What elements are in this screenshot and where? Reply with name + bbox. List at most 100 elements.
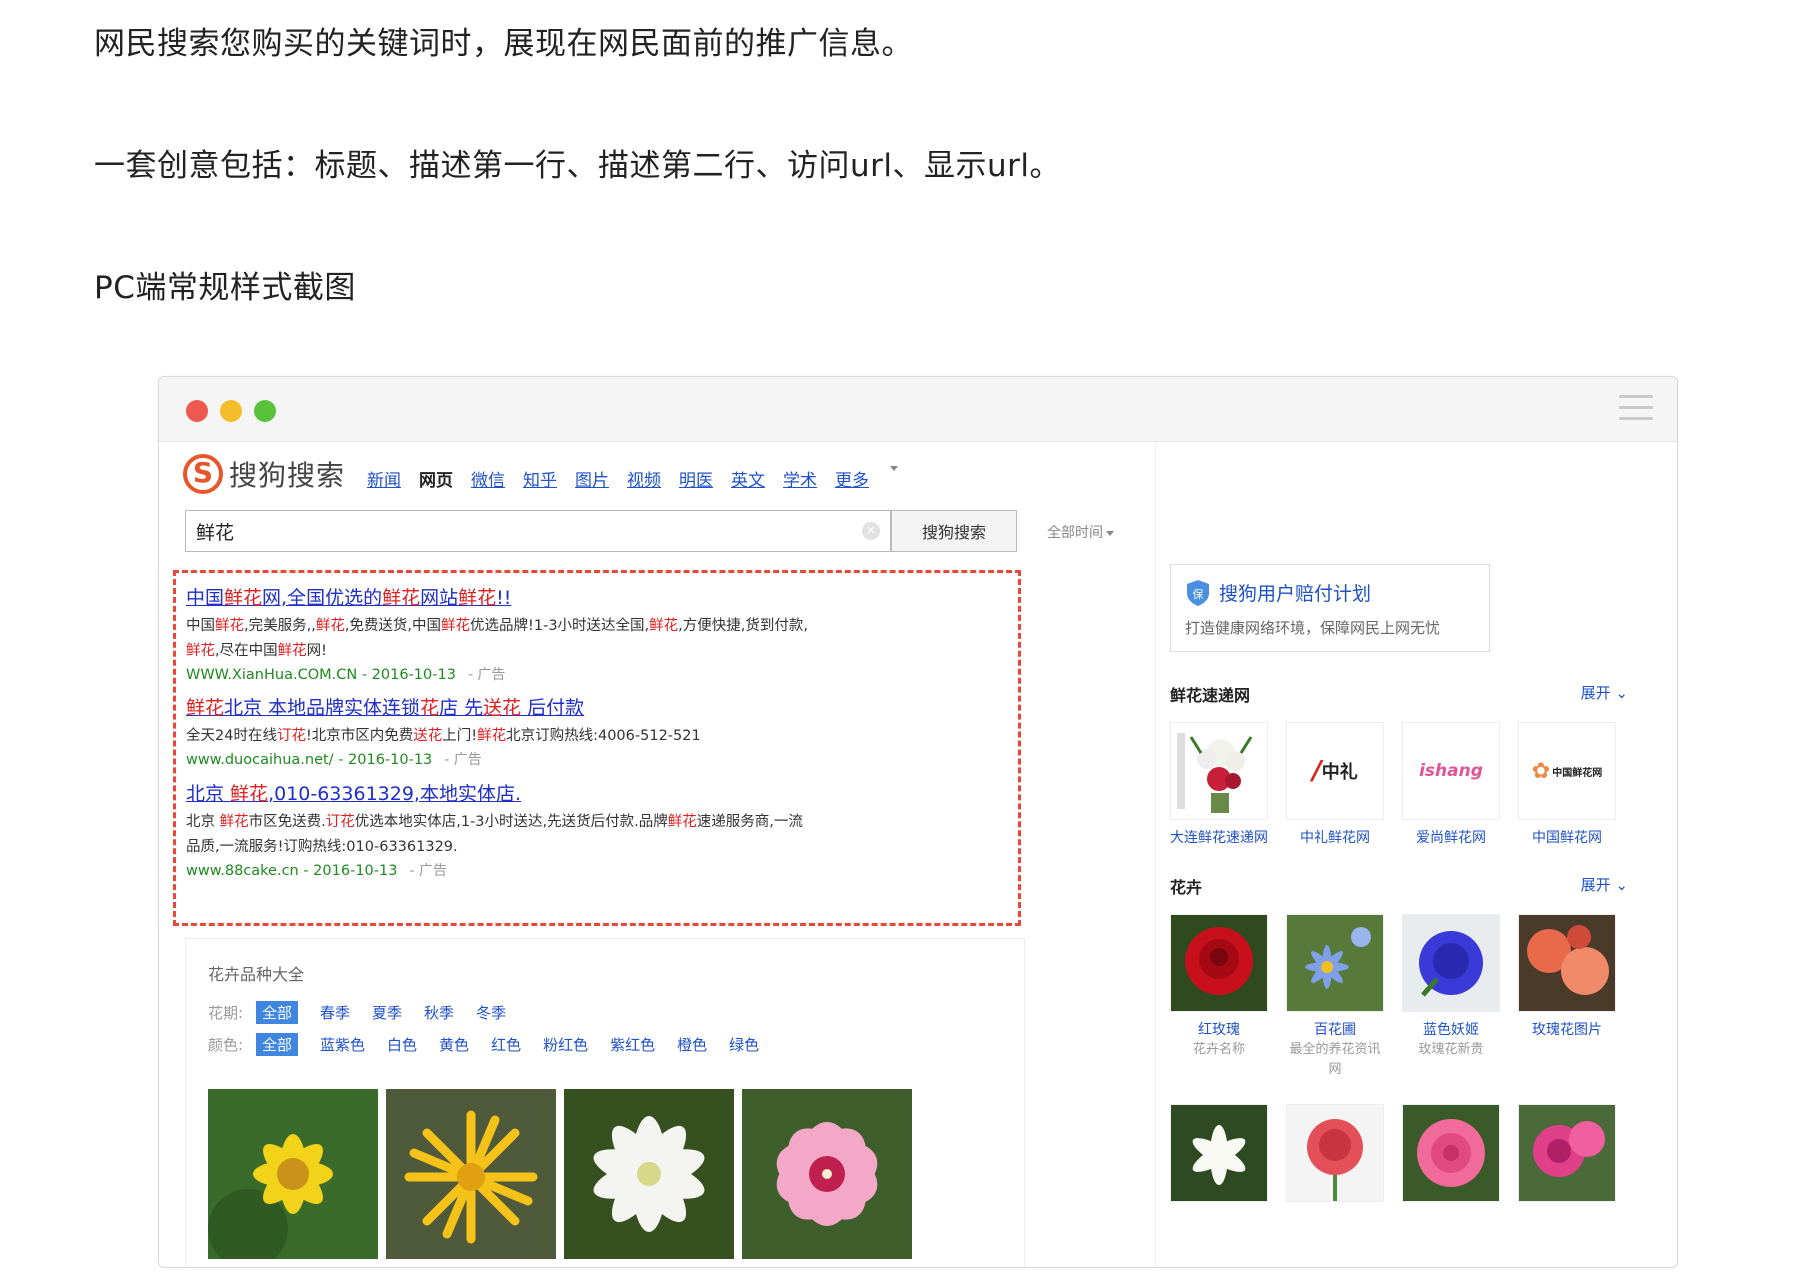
season-filter-row: 花期: 全部 春季 夏季 秋季 冬季: [208, 1001, 528, 1024]
intro-paragraph: 网民搜索您购买的关键词时，展现在网民面前的推广信息。: [94, 26, 913, 62]
logo-wordmark: ishang: [1419, 761, 1483, 781]
keyword-highlight: 鲜花: [230, 783, 269, 805]
ad-label: - 广告: [444, 752, 482, 768]
keyword-highlight: 送花: [413, 728, 443, 744]
filter-chip[interactable]: 全部: [256, 1033, 299, 1056]
flower-icon: ✿: [1531, 758, 1551, 784]
text-segment: 上门!: [442, 728, 478, 744]
text-segment: 中国: [186, 587, 225, 609]
search-query: 鲜花: [196, 521, 235, 544]
expand-link[interactable]: 展开 ⌄: [1581, 874, 1628, 895]
filter-chip[interactable]: 黄色: [439, 1034, 469, 1055]
screenshot-caption: PC端常规样式截图: [94, 270, 356, 306]
text-segment: 优选品牌!1-3小时送达全国,: [470, 618, 650, 634]
flower-tile[interactable]: [1170, 1104, 1268, 1202]
logo-wordmark: 中礼: [1321, 762, 1358, 783]
right-sidebar: 保 搜狗用户赔付计划 打造健康网络环境，保障网民上网无忧 鲜花速递网 展开 ⌄: [1155, 442, 1656, 1267]
nav-tab[interactable]: 视频: [627, 466, 661, 491]
sogou-s-icon: S: [183, 454, 223, 494]
nav-tab[interactable]: 微信: [471, 466, 505, 491]
flower-tile[interactable]: 百花圃 最全的养花资讯网: [1286, 914, 1384, 1080]
expand-link[interactable]: 展开 ⌄: [1581, 682, 1628, 703]
filter-chip[interactable]: 全部: [256, 1001, 299, 1024]
ad-display-url[interactable]: www.duocaihua.net/ - 2016-10-13 - 广告: [186, 749, 701, 769]
maximize-window-dot[interactable]: [254, 400, 276, 422]
filter-chip[interactable]: 绿色: [729, 1034, 759, 1055]
flower-tile[interactable]: [1402, 1104, 1500, 1202]
site-tile[interactable]: 大连鲜花速递网: [1170, 722, 1268, 848]
blue-rose-image: [1402, 914, 1500, 1012]
promo-card[interactable]: 保 搜狗用户赔付计划 打造健康网络环境，保障网民上网无忧: [1170, 564, 1490, 652]
ad-display-url[interactable]: www.88cake.cn - 2016-10-13 - 广告: [186, 860, 803, 880]
filter-chip[interactable]: 红色: [491, 1034, 521, 1055]
flower-tile[interactable]: [1286, 1104, 1384, 1202]
nav-tab[interactable]: 知乎: [523, 466, 557, 491]
ad-description-line1: 全天24时在线订花!北京市区内免费送花上门!鲜花北京订购热线:4006-512-…: [186, 724, 701, 749]
filter-chip[interactable]: 白色: [387, 1034, 417, 1055]
filter-chip[interactable]: 春季: [320, 1002, 350, 1023]
nav-tab[interactable]: 英文: [731, 466, 765, 491]
pink-peony-image: [1402, 1104, 1500, 1202]
flower-tile[interactable]: 红玫瑰 花卉名称: [1170, 914, 1268, 1060]
ad-result: 中国鲜花网,全国优选的鲜花网站鲜花!! 中国鲜花,完美服务,,鲜花,免费送货,中国…: [186, 583, 808, 684]
site-tile[interactable]: ✿ 中国鲜花网 中国鲜花网: [1518, 722, 1616, 848]
ad-title-link[interactable]: 中国鲜花网,全国优选的鲜花网站鲜花!!: [186, 583, 808, 610]
filter-chip[interactable]: 夏季: [372, 1002, 402, 1023]
nav-tab[interactable]: 明医: [679, 466, 713, 491]
text-segment: 网,全国优选的: [262, 587, 383, 609]
minimize-window-dot[interactable]: [220, 400, 242, 422]
ad-title-link[interactable]: 北京 鲜花,010-63361329,本地实体店.: [186, 779, 803, 806]
site-tile[interactable]: ishang 爱尚鲜花网: [1402, 722, 1500, 848]
text-segment: ,方便快捷,货到付款,: [678, 618, 808, 634]
nav-tab[interactable]: 学术: [783, 466, 817, 491]
ad-display-url[interactable]: WWW.XianHua.COM.CN - 2016-10-13 - 广告: [186, 664, 808, 684]
season-label: 花期:: [208, 1004, 244, 1022]
keyword-highlight: 鲜花: [649, 618, 679, 634]
url-text: www.duocaihua.net/ - 2016-10-13: [186, 752, 433, 768]
text-segment: ,010-63361329,本地实体店.: [268, 783, 522, 805]
promo-subtitle: 打造健康网络环境，保障网民上网无忧: [1185, 619, 1441, 637]
site-tile[interactable]: ∕ 中礼 中礼鲜花网: [1286, 722, 1384, 848]
text-segment: 北京订购热线:4006-512-521: [506, 728, 701, 744]
flower-image-yellow-chrysanthemum[interactable]: [386, 1089, 556, 1259]
time-filter-label: 全部时间: [1047, 525, 1103, 541]
search-button[interactable]: 搜狗搜索: [891, 510, 1017, 552]
nav-tab[interactable]: 图片: [575, 466, 609, 491]
flower-subtitle: 玫瑰花新贵: [1418, 1042, 1484, 1057]
menu-icon[interactable]: [1619, 395, 1653, 423]
card-title: 花卉品种大全: [208, 965, 305, 984]
ad-result: 鲜花北京 本地品牌实体连锁花店 先送花 后付款 全天24时在线订花!北京市区内免费…: [186, 693, 701, 769]
browser-window-screenshot: S 搜狗搜索 新闻 网页 微信 知乎 图片 视频 明医 英文 学术 更多 鲜花 × 搜狗搜索 全部…: [158, 376, 1678, 1268]
flower-image-yellow-coreopsis[interactable]: [208, 1089, 378, 1259]
text-segment: 中国: [186, 618, 215, 634]
logo-swoosh: ∕: [1312, 756, 1322, 786]
keyword-highlight: 鲜花: [277, 643, 307, 659]
flower-image-pink-hibiscus[interactable]: [742, 1089, 912, 1259]
logo-wordmark: 中国鲜花网: [1552, 767, 1603, 779]
keyword-highlight: 订花: [325, 814, 355, 830]
filter-chip[interactable]: 橙色: [677, 1034, 707, 1055]
flower-image-white-flower[interactable]: [564, 1089, 734, 1259]
nav-tab[interactable]: 网页: [419, 466, 453, 491]
flower-tile[interactable]: 蓝色妖姬 玫瑰花新贵: [1402, 914, 1500, 1060]
filter-chip[interactable]: 秋季: [424, 1002, 454, 1023]
ad-label: - 广告: [409, 863, 447, 879]
flower-tile[interactable]: [1518, 1104, 1616, 1202]
nav-tab[interactable]: 更多: [835, 466, 869, 491]
time-filter-dropdown[interactable]: 全部时间: [1047, 522, 1114, 542]
search-input[interactable]: 鲜花 ×: [185, 510, 891, 552]
filter-chip[interactable]: 粉红色: [543, 1034, 588, 1055]
flower-tile[interactable]: 玫瑰花图片: [1518, 914, 1616, 1040]
close-window-dot[interactable]: [186, 400, 208, 422]
filter-chip[interactable]: 冬季: [476, 1002, 506, 1023]
ad-title-link[interactable]: 鲜花北京 本地品牌实体连锁花店 先送花 后付款: [186, 693, 701, 720]
expand-label: 展开: [1580, 684, 1611, 702]
clear-icon[interactable]: ×: [862, 522, 880, 540]
filter-chip[interactable]: 蓝紫色: [320, 1034, 365, 1055]
chevron-down-icon: [1106, 530, 1114, 536]
nav-tab[interactable]: 新闻: [367, 466, 401, 491]
text-segment: 北京: [186, 783, 231, 805]
sogou-logo[interactable]: S 搜狗搜索: [183, 454, 345, 494]
filter-chip[interactable]: 紫红色: [610, 1034, 655, 1055]
site-name: 爱尚鲜花网: [1416, 830, 1486, 846]
